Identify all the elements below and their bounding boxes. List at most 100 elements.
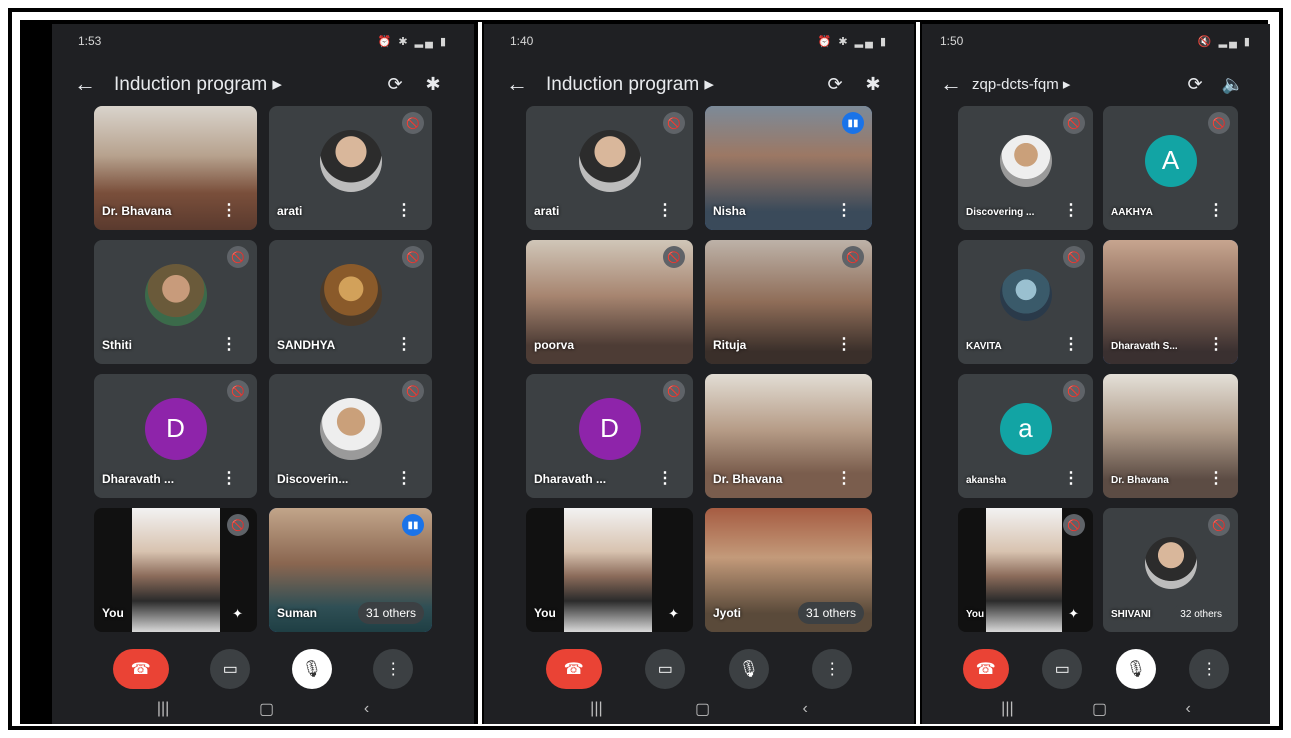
participant-tile[interactable]: 🚫 arati ⋮ <box>269 106 432 230</box>
meeting-title[interactable]: zqp-dcts-fqm ▸ <box>972 75 1176 93</box>
participant-tile[interactable]: D 🚫 Dharavath ... ⋮ <box>94 374 257 498</box>
mic-icon[interactable]: 🎙 <box>728 649 769 689</box>
recents-icon[interactable]: ||| <box>590 700 602 718</box>
more-vert-icon[interactable]: ⋮ <box>836 200 852 220</box>
participant-tile[interactable]: 🚫 SANDHYA ⋮ <box>269 240 432 364</box>
more-vert-icon[interactable]: ⋮ <box>396 200 412 220</box>
participant-tile[interactable]: Dharavath S... ⋮ <box>1103 240 1238 364</box>
more-vert-icon[interactable]: ⋮ <box>221 468 237 488</box>
home-icon[interactable]: ▢ <box>1092 699 1107 719</box>
participant-tile[interactable]: 🚫 KAVITA ⋮ <box>958 240 1093 364</box>
more-vert-icon[interactable]: ⋮ <box>396 334 412 354</box>
participant-name: KAVITA <box>966 341 1002 352</box>
participant-tile[interactable]: Dr. Bhavana ⋮ <box>1103 374 1238 498</box>
effects-icon[interactable]: ✦ <box>232 606 243 622</box>
effects-icon[interactable]: ✦ <box>1068 606 1079 622</box>
hangup-icon[interactable]: ☎ <box>545 649 602 689</box>
participant-tile[interactable]: ▮▮ Nisha ⋮ <box>705 106 872 230</box>
mic-off-icon: 🚫 <box>1208 112 1230 134</box>
camera-switch-icon[interactable]: ⟳ <box>816 74 854 95</box>
more-vert-icon[interactable]: ⋮ <box>1063 200 1079 220</box>
effects-icon[interactable]: ✦ <box>668 606 679 622</box>
meeting-title[interactable]: Induction program ▸ <box>114 73 376 96</box>
mic-off-icon: 🚫 <box>227 380 249 402</box>
participant-tile[interactable]: 🚫 arati ⋮ <box>526 106 693 230</box>
camera-icon[interactable]: ▭ <box>645 649 686 689</box>
meeting-title[interactable]: Induction program ▸ <box>546 73 816 96</box>
participant-tile[interactable]: 🚫 SHIVANI 32 others <box>1103 508 1238 632</box>
participant-tile[interactable]: 🚫 Rituja ⋮ <box>705 240 872 364</box>
bluetooth-icon[interactable]: ✱ <box>414 74 452 95</box>
participant-tile[interactable]: D 🚫 Dharavath ... ⋮ <box>526 374 693 498</box>
participant-tile[interactable]: Dr. Bhavana ⋮ <box>94 106 257 230</box>
mic-off-button[interactable]: 🎙 <box>291 649 332 689</box>
camera-icon[interactable]: ▭ <box>210 649 251 689</box>
more-vert-icon[interactable]: ⋮ <box>836 468 852 488</box>
more-vert-icon[interactable]: ⋮ <box>1208 200 1224 220</box>
others-count-badge[interactable]: 31 others <box>357 602 424 624</box>
back-nav-icon[interactable]: ‹ <box>802 700 807 718</box>
back-arrow-icon[interactable]: ← <box>940 71 972 97</box>
more-vert-icon[interactable]: ⋮ <box>1189 649 1230 689</box>
bluetooth-icon[interactable]: ✱ <box>854 74 892 95</box>
participant-name: Dr. Bhavana <box>102 204 172 218</box>
more-vert-icon[interactable]: ⋮ <box>1063 468 1079 488</box>
status-icons: ⏰ ✱ ▂▄ ▮ <box>817 35 888 48</box>
phone-screen-3: 1:50 🔇 ▂▄ ▮ ← zqp-dcts-fqm ▸ ⟳ 🔈 🚫 Disco… <box>922 24 1270 724</box>
more-vert-icon[interactable]: ⋮ <box>836 334 852 354</box>
home-icon[interactable]: ▢ <box>695 699 710 719</box>
more-vert-icon[interactable]: ⋮ <box>1208 468 1224 488</box>
back-arrow-icon[interactable]: ← <box>506 71 546 97</box>
participant-tile[interactable]: ▮▮ Suman 31 others <box>269 508 432 632</box>
participant-tile[interactable]: 🚫 poorva <box>526 240 693 364</box>
participant-tile[interactable]: 🚫 Discovering ... ⋮ <box>958 106 1093 230</box>
self-view-tile[interactable]: You ✦ <box>526 508 693 632</box>
status-time: 1:50 <box>940 34 964 48</box>
participant-name: You <box>102 606 124 620</box>
participant-name: Discovering ... <box>966 207 1035 218</box>
more-vert-icon[interactable]: ⋮ <box>221 200 237 220</box>
back-nav-icon[interactable]: ‹ <box>1185 700 1190 718</box>
back-nav-icon[interactable]: ‹ <box>364 700 369 718</box>
others-count-badge[interactable]: 32 others <box>1172 605 1230 624</box>
more-vert-icon[interactable]: ⋮ <box>657 200 673 220</box>
hangup-icon[interactable]: ☎ <box>112 649 169 689</box>
more-vert-icon[interactable]: ⋮ <box>396 468 412 488</box>
mic-off-icon: 🚫 <box>227 246 249 268</box>
back-arrow-icon[interactable]: ← <box>74 71 114 97</box>
more-vert-icon[interactable]: ⋮ <box>1208 334 1224 354</box>
participant-tile[interactable]: 🚫 Sthiti ⋮ <box>94 240 257 364</box>
participant-name: Suman <box>277 606 318 620</box>
camera-switch-icon[interactable]: ⟳ <box>376 74 414 95</box>
participant-name: arati <box>534 204 560 218</box>
avatar: D <box>578 397 641 460</box>
avatar: A <box>1144 134 1197 187</box>
recents-icon[interactable]: ||| <box>157 700 169 718</box>
avatar <box>1144 536 1197 589</box>
participant-name: Dharavath ... <box>534 472 607 486</box>
camera-icon[interactable]: ▭ <box>1042 649 1083 689</box>
recents-icon[interactable]: ||| <box>1001 700 1013 718</box>
participant-tile[interactable]: Jyoti 31 others <box>705 508 872 632</box>
hangup-icon[interactable]: ☎ <box>962 649 1009 689</box>
more-vert-icon[interactable]: ⋮ <box>1063 334 1079 354</box>
more-vert-icon[interactable]: ⋮ <box>657 468 673 488</box>
speaking-icon: ▮▮ <box>842 112 864 134</box>
participant-tile[interactable]: 🚫 Discoverin... ⋮ <box>269 374 432 498</box>
more-vert-icon[interactable]: ⋮ <box>221 334 237 354</box>
participant-tile[interactable]: Dr. Bhavana ⋮ <box>705 374 872 498</box>
home-icon[interactable]: ▢ <box>259 699 274 719</box>
avatar <box>144 263 207 326</box>
others-count-badge[interactable]: 31 others <box>797 602 864 624</box>
more-vert-icon[interactable]: ⋮ <box>812 649 853 689</box>
more-vert-icon[interactable]: ⋮ <box>373 649 414 689</box>
speaker-icon[interactable]: 🔈 <box>1214 74 1252 95</box>
participant-tile[interactable]: A 🚫 AAKHYA ⋮ <box>1103 106 1238 230</box>
mic-off-button[interactable]: 🎙 <box>1115 649 1156 689</box>
self-view-tile[interactable]: 🚫 You ✦ <box>94 508 257 632</box>
call-controls: ☎ ▭ 🎙 ⋮ <box>484 644 914 694</box>
participant-tile[interactable]: a 🚫 akansha ⋮ <box>958 374 1093 498</box>
camera-switch-icon[interactable]: ⟳ <box>1176 74 1214 95</box>
self-view-tile[interactable]: 🚫 You ✦ <box>958 508 1093 632</box>
phone-screen-1: 1:53 ⏰ ✱ ▂▄ ▮ ← Induction program ▸ ⟳ ✱ … <box>52 24 474 724</box>
